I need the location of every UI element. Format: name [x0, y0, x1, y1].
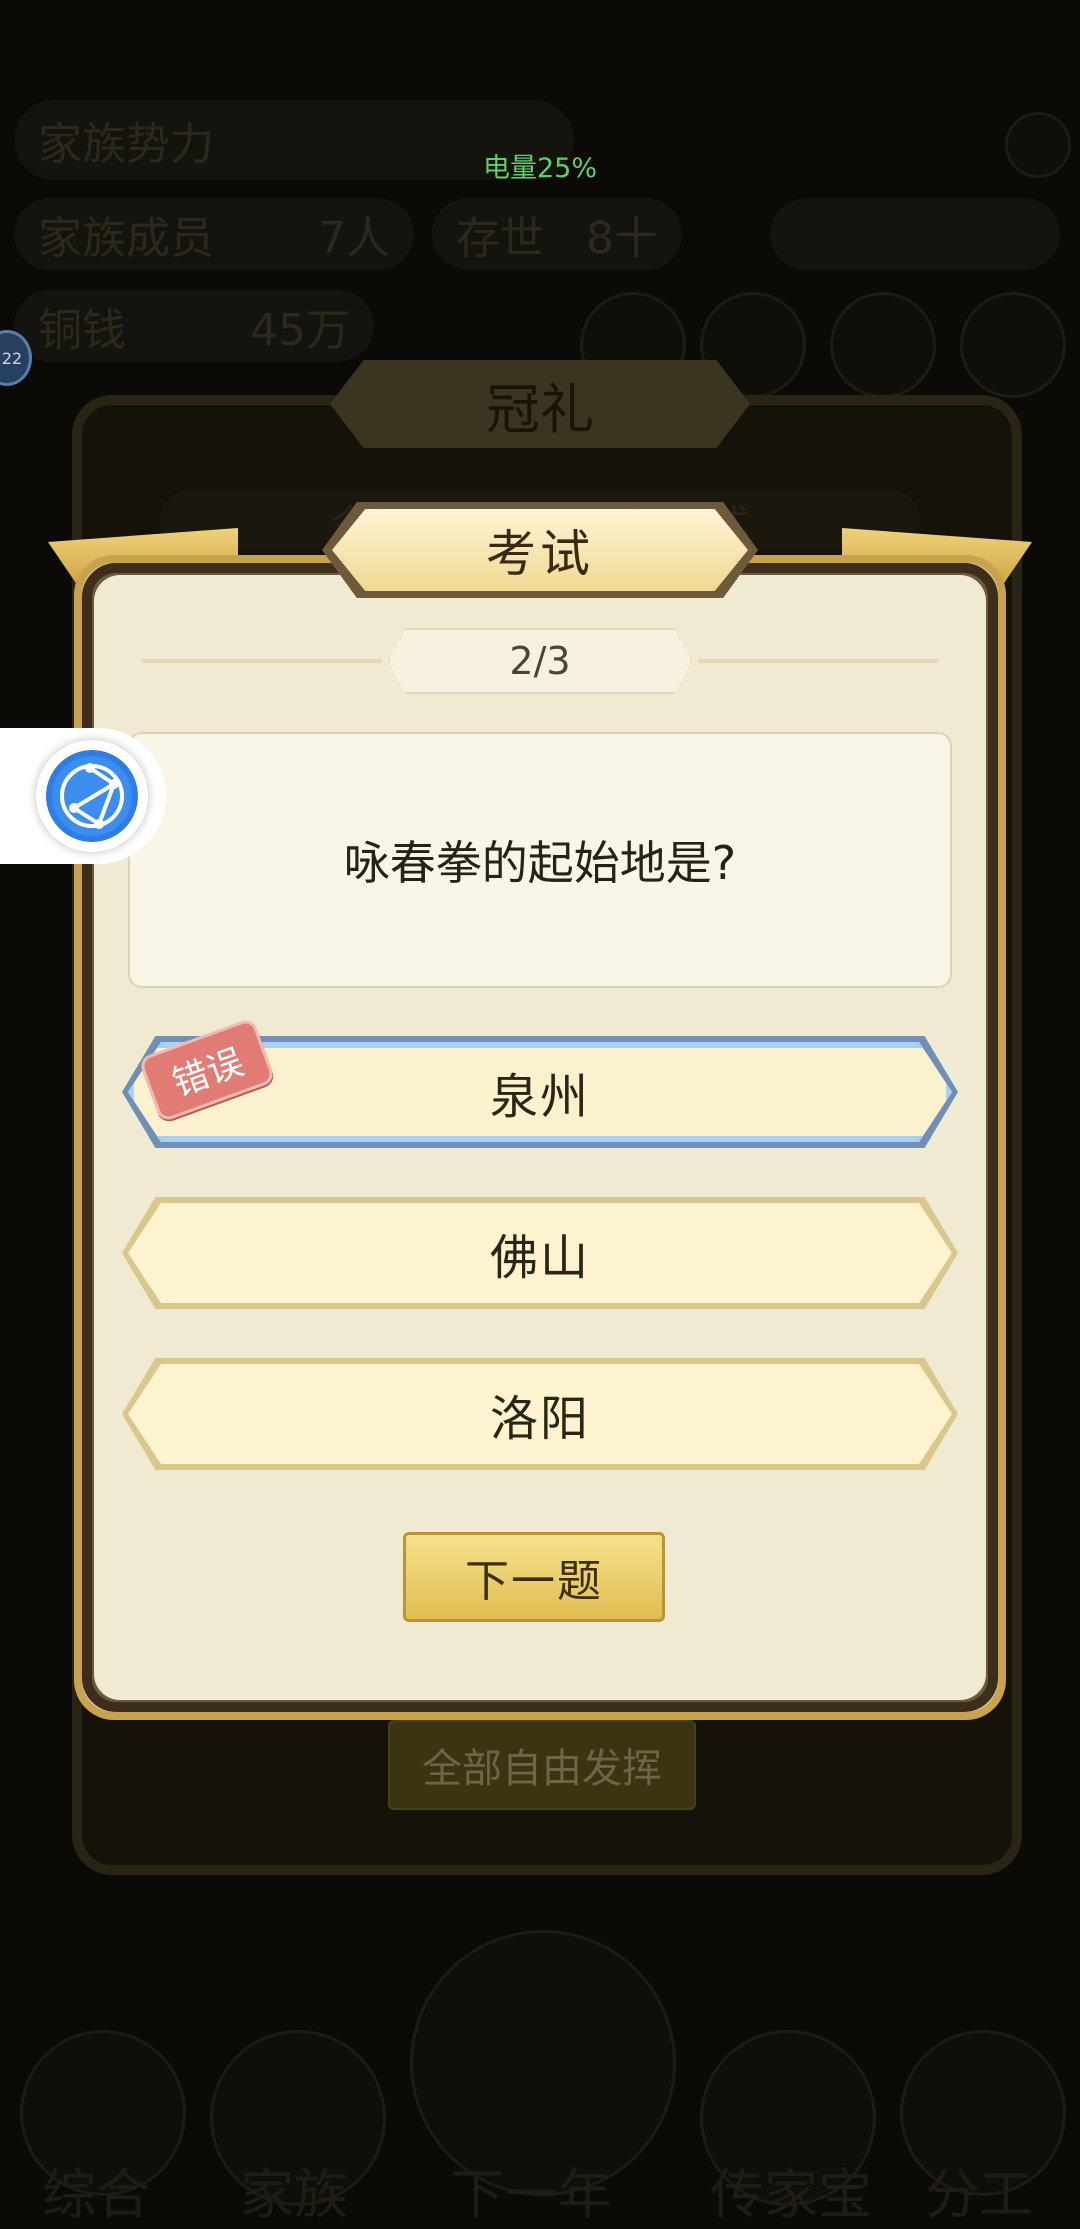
bg-alive: 存世 8十	[432, 198, 682, 270]
progress-rule-left	[142, 659, 382, 663]
answer-option-3[interactable]: 洛阳	[122, 1358, 958, 1470]
bg-money: 铜钱 45万	[14, 290, 374, 362]
question-progress: 2/3	[388, 628, 692, 694]
question-progress-text: 2/3	[509, 639, 571, 683]
quiz-title: 考试	[332, 509, 748, 591]
bg-free-play-label: 全部自由发挥	[422, 1746, 662, 1792]
bg-alive-count: 8十	[586, 213, 658, 264]
answer-option-2-inner: 佛山	[128, 1203, 952, 1303]
bg-members-label: 家族成员	[38, 213, 214, 264]
quiz-title-text: 考试	[486, 525, 594, 583]
bg-capping-title: 冠礼	[330, 360, 750, 448]
network-share-icon	[46, 750, 138, 842]
next-question-button[interactable]: 下一题	[403, 1532, 665, 1622]
bg-nav-item: 分工	[925, 2163, 1033, 2226]
bg-money-count: 45万	[250, 305, 350, 356]
bg-members: 家族成员 7人	[14, 198, 414, 270]
bg-members-count: 7人	[318, 213, 390, 264]
answer-option-2[interactable]: 佛山	[122, 1197, 958, 1309]
bg-nav-item: 下一年	[450, 2163, 612, 2226]
bg-round-button	[960, 292, 1066, 398]
answer-option-3-label: 洛阳	[489, 1391, 590, 1447]
bg-round-button	[830, 292, 936, 398]
next-question-label: 下一题	[465, 1556, 603, 1607]
question-box: 咏春拳的起始地是?	[128, 732, 952, 988]
bg-capping-title-text: 冠礼	[486, 377, 594, 441]
bg-alive-label: 存世	[456, 213, 544, 264]
bg-side-badge-text: 22	[1, 348, 23, 368]
battery-status: 电量25%	[482, 153, 597, 184]
bg-money-label: 铜钱	[38, 305, 126, 356]
answer-option-2-label: 佛山	[489, 1230, 590, 1286]
question-text: 咏春拳的起始地是?	[343, 836, 737, 890]
bg-resource	[770, 198, 1060, 270]
bg-free-play-button: 全部自由发挥	[388, 1720, 696, 1810]
bg-nav-item: 家族	[240, 2163, 348, 2226]
bg-nav-item: 综合	[42, 2163, 150, 2226]
answer-option-3-inner: 洛阳	[128, 1364, 952, 1464]
answer-option-1-label: 泉州	[489, 1069, 590, 1125]
progress-rule-right	[698, 659, 938, 663]
bg-nav-item: 传家宝	[710, 2163, 872, 2226]
floating-assistant-button[interactable]	[36, 740, 148, 852]
